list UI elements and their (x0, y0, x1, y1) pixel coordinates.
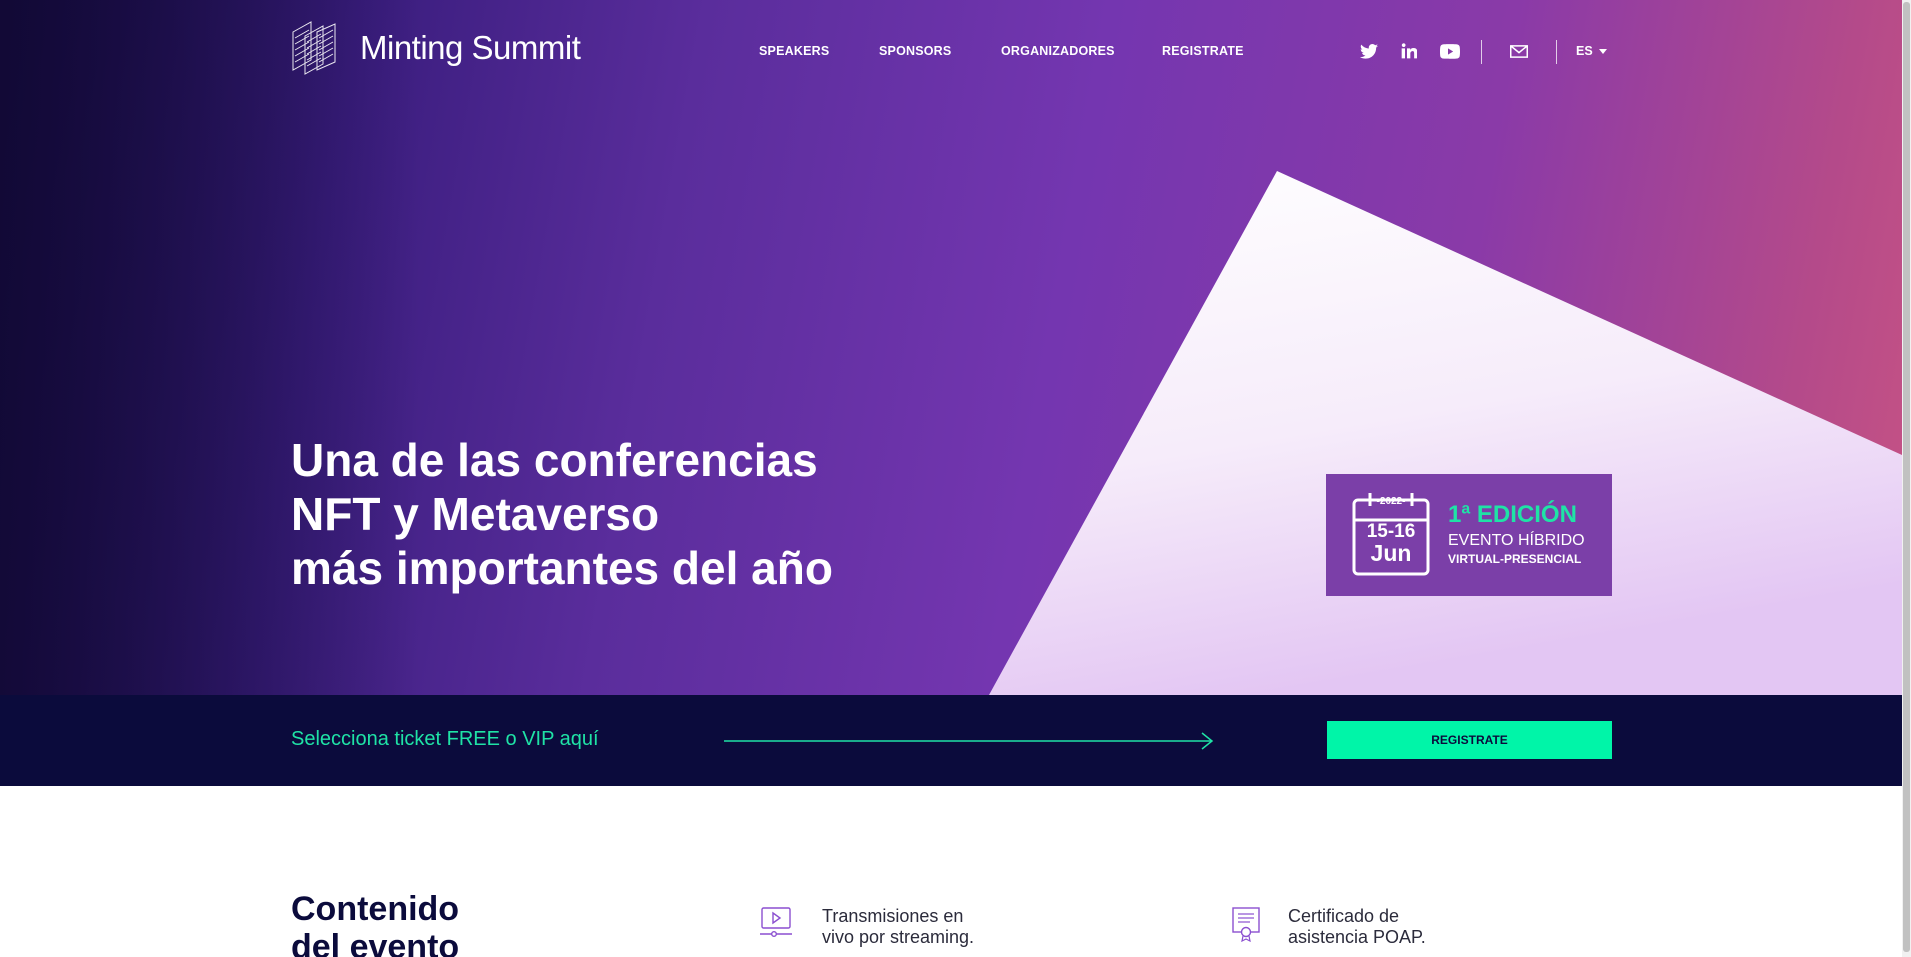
hero-headline: Una de las conferencias NFT y Metaverso … (291, 433, 833, 595)
mail-icon[interactable] (1509, 42, 1529, 60)
badge-modality: VIRTUAL-PRESENCIAL (1448, 552, 1582, 566)
language-current: ES (1576, 44, 1593, 58)
arrow-right-icon (724, 732, 1214, 750)
feature-text: Transmisiones en vivo por streaming. (822, 906, 974, 948)
feature-text-line: asistencia POAP. (1288, 927, 1426, 947)
headline-line-2: NFT y Metaverso (291, 488, 660, 540)
header-divider (1481, 40, 1482, 64)
content-title-line-2: del evento (291, 928, 460, 957)
register-button[interactable]: REGISTRATE (1327, 721, 1612, 759)
feature-item: Transmisiones en vivo por streaming. (758, 906, 974, 948)
headline-line-1: Una de las conferencias (291, 434, 818, 486)
badge-month: Jun (1370, 540, 1412, 566)
language-selector[interactable]: ES (1576, 44, 1607, 58)
certificate-icon (1232, 907, 1260, 942)
page-scrollbar[interactable] (1902, 0, 1911, 957)
feature-text: Certificado de asistencia POAP. (1288, 906, 1426, 948)
brand-name: Minting Summit (360, 29, 581, 66)
logo-cube-icon (292, 21, 336, 75)
linkedin-icon[interactable] (1399, 42, 1419, 60)
feature-text-line: vivo por streaming. (822, 927, 975, 947)
event-date-badge: -2022- 15-16 Jun 1ª EDICIÓN EVENTO HÍBRI… (1326, 474, 1612, 596)
youtube-icon[interactable] (1440, 42, 1460, 60)
badge-days: 15-16 (1366, 521, 1416, 542)
header-divider (1556, 40, 1557, 64)
content-section-title: Contenido del evento (291, 890, 459, 957)
brand-logo[interactable]: Minting Summit (291, 20, 581, 76)
headline-line-3: más importantes del año (291, 542, 833, 594)
badge-edition: 1ª EDICIÓN (1448, 501, 1577, 528)
badge-event-type: EVENTO HÍBRIDO (1448, 532, 1585, 549)
badge-year: -2022- (1376, 496, 1406, 507)
feature-item: Certificado de asistencia POAP. (1228, 906, 1426, 948)
video-play-icon (760, 907, 792, 938)
caret-down-icon (1598, 48, 1607, 54)
nav-item-organizadores[interactable]: ORGANIZADORES (1001, 44, 1115, 58)
feature-text-line: Transmisiones en (822, 906, 964, 926)
nav-item-registrate[interactable]: REGISTRATE (1162, 44, 1244, 58)
twitter-icon[interactable] (1359, 42, 1379, 60)
feature-text-line: Certificado de (1288, 906, 1400, 926)
ticket-cta-band: Selecciona ticket FREE o VIP aquí REGIST… (0, 695, 1902, 786)
scrollbar-thumb[interactable] (1903, 2, 1910, 952)
cta-text: Selecciona ticket FREE o VIP aquí (291, 728, 599, 750)
hero-white-triangle (989, 171, 1902, 695)
nav-item-speakers[interactable]: SPEAKERS (759, 44, 829, 58)
hero-section: Minting Summit SPEAKERS SPONSORS ORGANIZ… (0, 0, 1902, 695)
nav-item-sponsors[interactable]: SPONSORS (879, 44, 951, 58)
content-title-line-1: Contenido (291, 890, 460, 928)
